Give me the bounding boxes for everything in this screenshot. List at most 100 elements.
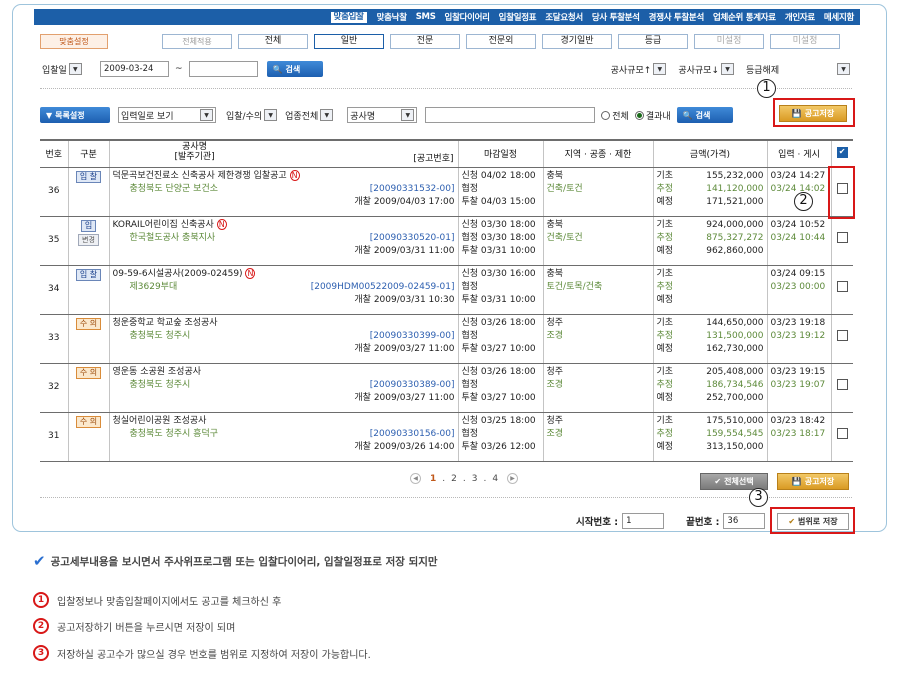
select-cell[interactable] — [830, 216, 853, 266]
date-from-input[interactable]: 2009-03-24 — [100, 61, 169, 77]
notice-title[interactable]: 청실어린이공원 조성공사 — [113, 416, 207, 426]
row-title-cell[interactable]: 청실어린이공원 조성공사 충청북도 청주시 흥덕구 [20090330156-00… — [108, 412, 458, 462]
row-title-cell[interactable]: 덕문곡보건진료소 신축공사 제한경쟁 입찰공고 N 충청북도 단양군 보건소 [2… — [108, 167, 458, 217]
nav-item[interactable]: SMS — [416, 12, 436, 22]
select-cell[interactable] — [830, 265, 853, 315]
work-type: 건축/토건 — [546, 183, 583, 194]
chevron-down-icon[interactable]: ▼ — [200, 109, 213, 121]
table-row[interactable]: 35 입변경 KORAIL어린이집 신축공사 N 한국철도공사 충북지사 [200… — [40, 216, 853, 266]
nav-item[interactable]: 당사 투찰분석 — [592, 11, 640, 23]
list-setting-button[interactable]: ▼ 목록설정 — [40, 107, 110, 123]
page-separator: . — [442, 473, 446, 484]
col-select-all[interactable] — [830, 139, 853, 168]
industry-select[interactable]: 업종전체 ▼ — [283, 107, 336, 123]
deadline-agreement: 협정 03/30 18:00 — [461, 232, 536, 243]
grade-release-select[interactable]: 등급해제 ▼ — [744, 61, 852, 77]
table-row[interactable]: 32 수 의 영운동 소공원 조성공사 충청북도 청주시 [20090330389… — [40, 363, 853, 413]
tab-specialty[interactable]: 전문 — [390, 34, 460, 49]
notice-table: 번호 구분 공사명 [발주기관] [공고번호] 마감일정 지역 · 공종 · 제… — [40, 139, 853, 462]
chevron-down-icon[interactable]: ▼ — [837, 63, 850, 75]
nav-item[interactable]: 업체순위 통계자료 — [713, 11, 776, 23]
radio-all[interactable]: 전체 — [601, 109, 629, 122]
keyword-search-button[interactable]: 🔍 검색 — [676, 107, 733, 123]
chevron-down-icon[interactable]: ▼ — [264, 109, 278, 121]
search-button-label: 검색 — [285, 64, 301, 74]
table-row[interactable]: 34 입 찰 09-59-6시설공사(2009-02459) N 제3629부대… — [40, 265, 853, 315]
custom-setting-button[interactable]: 맞춤설정 — [40, 34, 108, 49]
radio-within-results[interactable]: 결과내 — [634, 109, 671, 122]
apply-all-button[interactable]: 전체적용 — [162, 34, 232, 49]
tab-gyeonggi-general[interactable]: 경기일반 — [542, 34, 612, 49]
notice-title[interactable]: KORAIL어린이집 신축공사 — [113, 220, 214, 230]
posted-cell: 03/23 19:18 03/23 19:12 — [766, 314, 831, 364]
nav-item[interactable]: 경쟁사 투찰분석 — [649, 11, 705, 23]
notice-title[interactable]: 영운동 소공원 조성공사 — [113, 367, 202, 377]
tab-grade[interactable]: 등급 — [618, 34, 688, 49]
notice-title[interactable]: 청운중학교 학교숲 조성공사 — [113, 318, 218, 328]
nav-item[interactable]: 조달요청서 — [545, 11, 583, 23]
table-row[interactable]: 31 수 의 청실어린이공원 조성공사 충청북도 청주시 흥덕구 [2009033… — [40, 412, 853, 462]
row-checkbox[interactable] — [836, 330, 848, 342]
amount-label: 추정 — [656, 428, 674, 439]
select-cell[interactable] — [830, 363, 853, 413]
deadline-bid: 투찰 03/31 10:00 — [461, 246, 536, 257]
sort-size-desc-select[interactable]: 공사규모↓ ▼ — [676, 61, 736, 77]
field-select[interactable]: 공사명 ▼ — [347, 107, 418, 123]
row-title-cell[interactable]: KORAIL어린이집 신축공사 N 한국철도공사 충북지사 [2009033052… — [108, 216, 458, 266]
tab-general[interactable]: 일반 — [314, 34, 384, 49]
tab-unset-1[interactable]: 미설정 — [694, 34, 764, 49]
keyword-input[interactable] — [425, 107, 596, 123]
row-checkbox[interactable] — [836, 428, 848, 440]
chevron-down-icon[interactable]: ▼ — [320, 109, 334, 121]
nav-item[interactable]: 개인자료 — [785, 11, 815, 23]
nav-item[interactable]: 맞춤낙찰 — [377, 11, 407, 23]
nav-item[interactable]: 입찰다이어리 — [445, 11, 490, 23]
date-type-select[interactable]: 입찰일 ▼ — [40, 61, 100, 77]
page-link[interactable]: 1 — [430, 474, 436, 484]
date-to-input[interactable] — [188, 61, 258, 77]
tab-all[interactable]: 전체 — [238, 34, 308, 49]
next-page-icon[interactable]: ▶ — [507, 473, 519, 484]
nav-item[interactable]: 입찰일정표 — [499, 11, 537, 23]
select-cell[interactable] — [830, 412, 853, 462]
region: 청주 — [546, 317, 564, 328]
notice-title[interactable]: 덕문곡보건진료소 신축공사 제한경쟁 입찰공고 — [113, 171, 287, 181]
page-link[interactable]: 3 — [472, 474, 478, 484]
start-number-input[interactable]: 1 — [622, 513, 665, 529]
notice-title[interactable]: 09-59-6시설공사(2009-02459) — [113, 269, 243, 279]
page-link[interactable]: 2 — [451, 474, 457, 484]
row-checkbox[interactable] — [836, 281, 848, 293]
kind-badge: 입 찰 — [75, 268, 102, 281]
nav-item[interactable]: 맞춤입찰 — [329, 10, 368, 24]
amount-cell: 기초 155,232,000 추정 141,120,000 예정 171,521,00… — [652, 167, 767, 217]
prev-page-icon[interactable]: ◀ — [410, 473, 421, 484]
col-name[interactable]: 공사명 [발주기관] [공고번호] — [108, 139, 458, 168]
select-all-checkbox[interactable] — [836, 146, 848, 158]
chevron-down-icon[interactable]: ▼ — [68, 63, 82, 75]
chevron-down-icon[interactable]: ▼ — [401, 109, 415, 121]
amount-planned: 162,730,000 — [706, 344, 764, 355]
radio-all-label: 전체 — [612, 111, 629, 122]
row-checkbox[interactable] — [836, 379, 848, 391]
row-title-cell[interactable]: 09-59-6시설공사(2009-02459) N 제3629부대 [2009HD… — [108, 265, 458, 315]
select-cell[interactable] — [830, 314, 853, 364]
chevron-down-icon[interactable]: ▼ — [653, 63, 667, 75]
tab-unset-2[interactable]: 미설정 — [770, 34, 840, 49]
row-checkbox[interactable] — [836, 232, 848, 244]
bid-type-select[interactable]: 입찰/수의 ▼ — [224, 107, 280, 123]
nav-item[interactable]: 메세지함 — [824, 11, 854, 23]
search-button[interactable]: 🔍 검색 — [266, 61, 323, 77]
tab-non-specialty[interactable]: 전문외 — [466, 34, 536, 49]
row-title-cell[interactable]: 청운중학교 학교숲 조성공사 충청북도 청주시 [20090330399-00] … — [108, 314, 458, 364]
kind-badge: 수 의 — [75, 317, 102, 330]
owner-agency: 충청북도 청주시 — [129, 330, 191, 341]
end-number-input[interactable]: 36 — [723, 513, 766, 529]
bottom-save-notice-button[interactable]: 💾 공고저장 — [777, 473, 849, 490]
sort-size-asc-select[interactable]: 공사규모↑ ▼ — [608, 61, 669, 77]
table-row[interactable]: 33 수 의 청운중학교 학교숲 조성공사 충청북도 청주시 [200903303… — [40, 314, 853, 364]
view-select[interactable]: 입력일로 보기 ▼ — [118, 107, 216, 123]
row-title-cell[interactable]: 영운동 소공원 조성공사 충청북도 청주시 [20090330389-00] 개찰… — [108, 363, 458, 413]
page-link[interactable]: 4 — [492, 474, 498, 484]
table-row[interactable]: 36 입 찰 덕문곡보건진료소 신축공사 제한경쟁 입찰공고 N 충청북도 단양… — [40, 167, 853, 217]
chevron-down-icon[interactable]: ▼ — [721, 63, 734, 75]
